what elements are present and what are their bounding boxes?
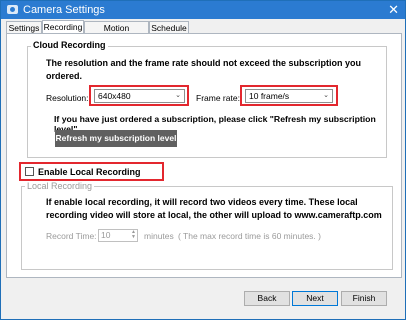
resolution-value: 640x480 [98, 91, 131, 101]
next-button[interactable]: Next [292, 291, 338, 306]
window-title: Camera Settings [23, 4, 105, 16]
tab-recording[interactable]: Recording [42, 20, 84, 34]
record-time-value: 10 [101, 230, 111, 240]
framerate-label: Frame rate: [196, 93, 240, 103]
tab-schedule[interactable]: Schedule [149, 21, 189, 33]
tab-settings[interactable]: Settings [6, 21, 42, 33]
framerate-value: 10 frame/s [249, 91, 290, 101]
enable-local-recording-label[interactable]: Enable Local Recording [38, 167, 141, 177]
back-button[interactable]: Back [244, 291, 290, 306]
record-time-unit: minutes [144, 231, 174, 241]
finish-button[interactable]: Finish [341, 291, 387, 306]
record-time-note: ( The max record time is 60 minutes. ) [178, 231, 321, 241]
enable-local-recording-checkbox[interactable] [25, 167, 34, 176]
record-time-input[interactable]: 10 ▲ ▼ [98, 229, 138, 242]
tab-motion-detection[interactable]: Motion Detection [84, 21, 149, 45]
local-info-line2: recording video will store at local, the… [46, 210, 382, 220]
refresh-subscription-button[interactable]: Refresh my subscription level [55, 130, 177, 147]
local-recording-title: Local Recording [25, 181, 95, 191]
resolution-select[interactable]: 640x480 ⌄ [94, 89, 185, 103]
close-icon[interactable]: ✕ [388, 2, 399, 17]
chevron-down-icon: ⌄ [175, 92, 181, 99]
chevron-down-icon: ⌄ [323, 92, 329, 99]
recording-panel: Cloud Recording The resolution and the f… [6, 33, 402, 278]
record-time-label: Record Time: [46, 231, 97, 241]
cloud-recording-title: Cloud Recording [31, 40, 108, 50]
title-bar: Camera Settings ✕ [1, 1, 405, 19]
spinner-arrows-icon[interactable]: ▲ ▼ [131, 230, 136, 240]
resolution-label: Resolution: [46, 93, 89, 103]
cloud-notice-line2: ordered. [46, 71, 83, 81]
framerate-select[interactable]: 10 frame/s ⌄ [245, 89, 333, 103]
camera-app-icon [7, 5, 18, 14]
cloud-notice-line1: The resolution and the frame rate should… [46, 58, 362, 68]
camera-settings-window: Camera Settings ✕ Settings Recording Mot… [0, 0, 406, 320]
local-info-line1: If enable local recording, it will recor… [46, 197, 358, 207]
